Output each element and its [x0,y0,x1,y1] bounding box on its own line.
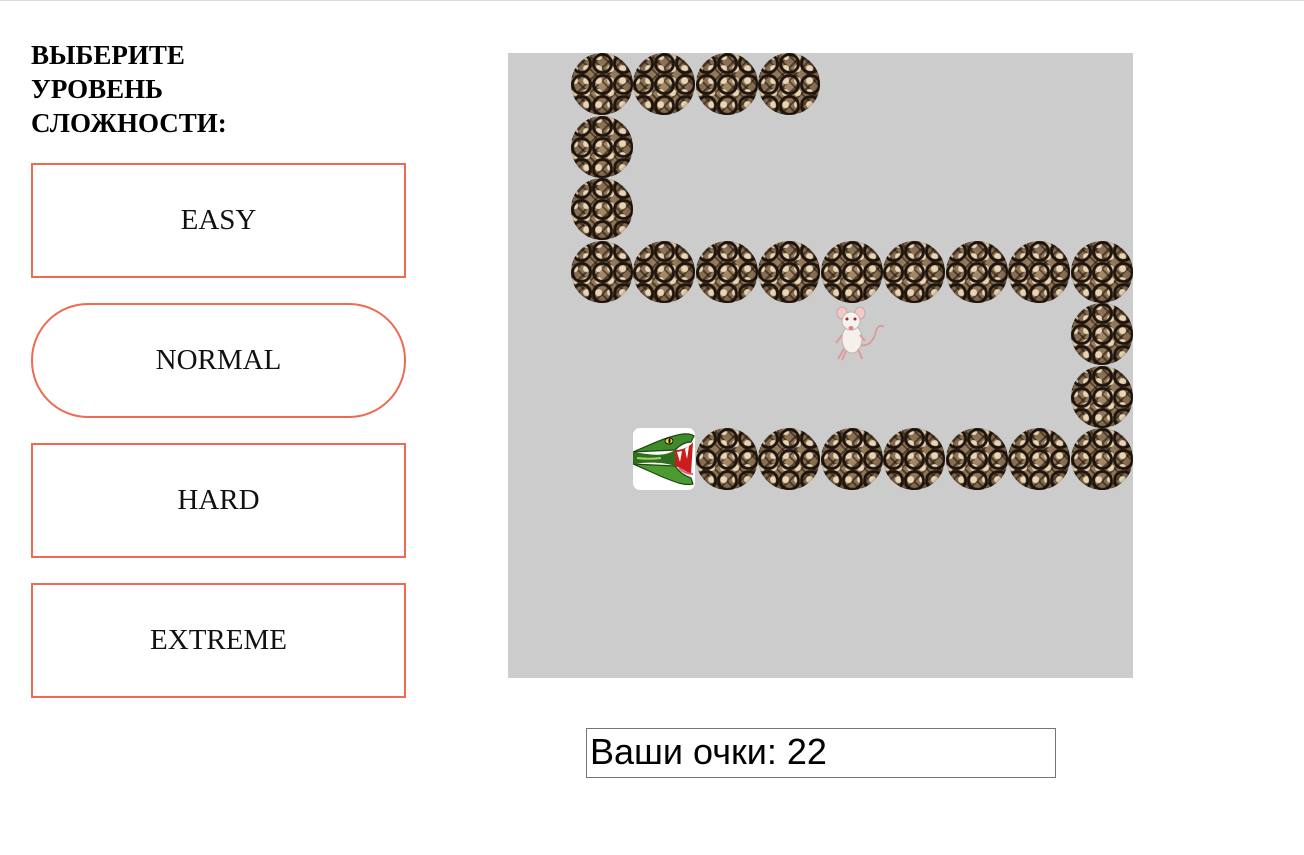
snake-body-segment [1070,240,1133,303]
top-divider [0,0,1304,1]
snake-body-segment [820,240,883,303]
normal-button[interactable]: NORMAL [31,303,406,418]
snake-body-segment [758,428,821,491]
score-field: Ваши очки: 22 [586,728,1056,778]
snake-body-segment [945,428,1008,491]
snake-body-segment [695,240,758,303]
snake-body-segment [1070,303,1133,366]
snake-body-segment [1008,428,1071,491]
snake-body-segment [1008,240,1071,303]
snake-body-segment [570,178,633,241]
snake-head-icon [633,428,696,491]
snake-body-segment [883,428,946,491]
snake-body-segment [945,240,1008,303]
snake-body-segment [1070,428,1133,491]
snake-body-segment [570,240,633,303]
snake-body-segment [758,240,821,303]
snake-body-segment [570,115,633,178]
extreme-button[interactable]: EXTREME [31,583,406,698]
snake-body-segment [633,240,696,303]
snake-body-segment [820,428,883,491]
difficulty-panel: ВЫБЕРИТЕ УРОВЕНЬ СЛОЖНОСТИ: EASY NORMAL … [31,38,406,698]
snake-body-segment [695,428,758,491]
mouse-icon [820,301,885,365]
difficulty-title: ВЫБЕРИТЕ УРОВЕНЬ СЛОЖНОСТИ: [31,40,227,138]
snake-body-segment [695,53,758,116]
game-board[interactable] [508,53,1133,678]
snake-body-segment [883,240,946,303]
snake-body-segment [633,53,696,116]
snake-body-segment [570,53,633,116]
snake-body-segment [758,53,821,116]
hard-button[interactable]: HARD [31,443,406,558]
easy-button[interactable]: EASY [31,163,406,278]
snake-body-segment [1070,365,1133,428]
